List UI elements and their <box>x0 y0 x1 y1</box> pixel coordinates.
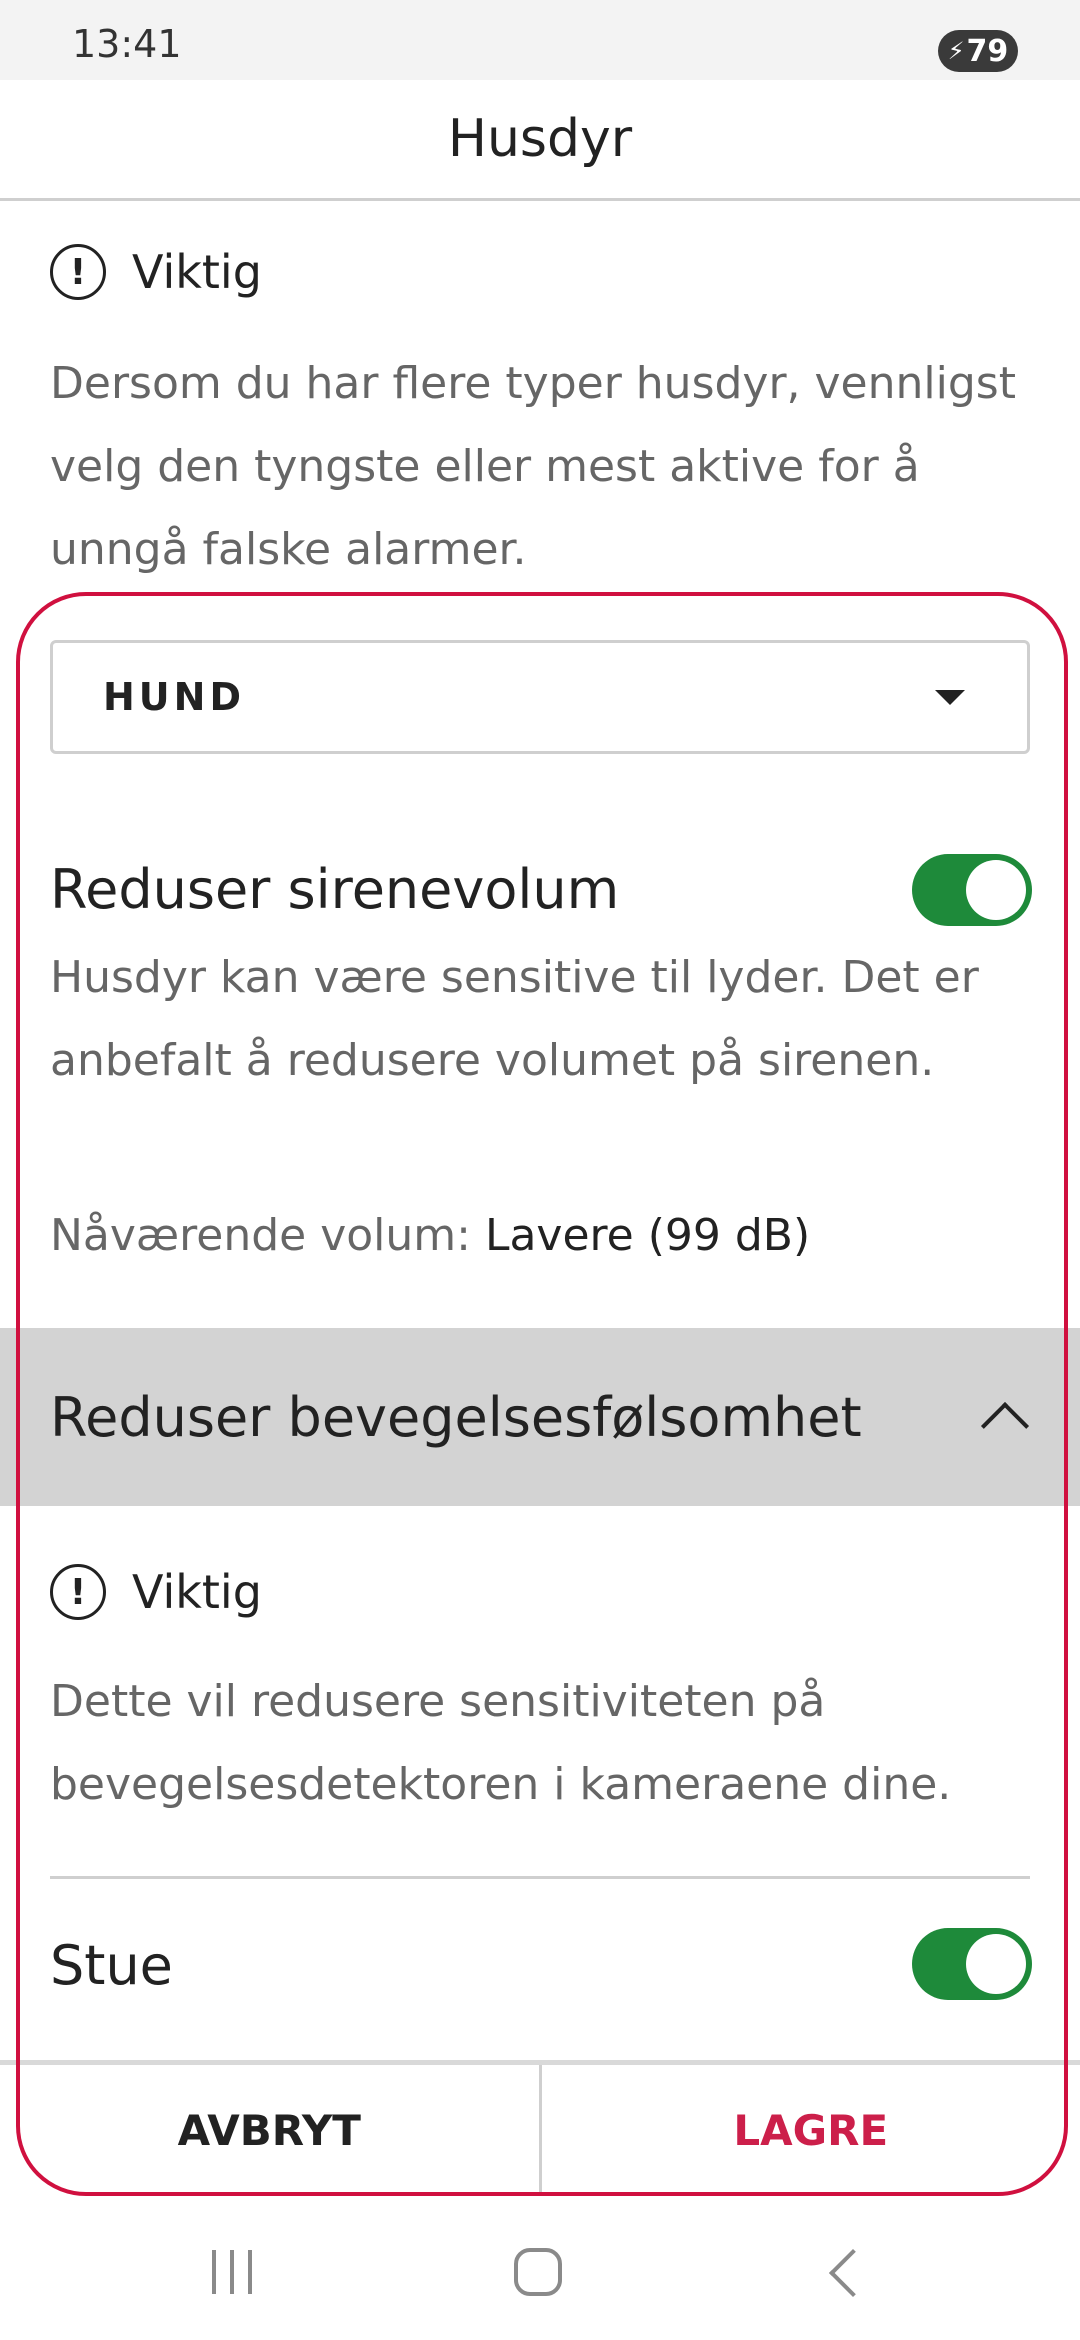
save-button[interactable]: LAGRE <box>542 2065 1080 2195</box>
system-navigation-bar <box>0 2200 1080 2340</box>
important-label: Viktig <box>132 1565 262 1619</box>
divider <box>50 1876 1030 1879</box>
charging-bolt-icon: ⚡ <box>947 37 965 65</box>
reduce-motion-sensitivity-section-header[interactable]: Reduser bevegelsesfølsomhet <box>0 1328 1080 1506</box>
important-notice-text: Dersom du har flere typer husdyr, vennli… <box>50 358 1016 575</box>
cancel-button[interactable]: AVBRYT <box>0 2065 542 2195</box>
motion-important-text: Dette vil redusere sensitiviteten på bev… <box>50 1676 952 1810</box>
reduce-siren-volume-toggle[interactable] <box>912 854 1032 926</box>
exclamation-circle-icon: ! <box>50 244 106 300</box>
action-bar: AVBRYT LAGRE <box>0 2060 1080 2195</box>
reduce-siren-volume-description: Husdyr kan være sensitive til lyder. Det… <box>50 952 979 1086</box>
pet-type-value: HUND <box>103 675 246 719</box>
page-title: Husdyr <box>447 109 633 169</box>
pet-type-dropdown[interactable]: HUND <box>50 640 1030 754</box>
caret-down-icon <box>935 689 965 705</box>
home-icon[interactable] <box>514 2248 562 2296</box>
battery-indicator: ⚡ 79 <box>938 30 1018 72</box>
reduce-siren-volume-title: Reduser sirenevolum <box>50 858 620 921</box>
exclamation-circle-icon: ! <box>50 1564 106 1620</box>
screen: 13:41 ⚡ 79 Husdyr ! Viktig Dersom du har… <box>0 0 1080 2340</box>
status-bar: 13:41 ⚡ 79 <box>0 0 1080 80</box>
room-toggle-stue[interactable] <box>912 1928 1032 2000</box>
important-notice-heading: ! Viktig <box>50 244 262 300</box>
important-label: Viktig <box>132 245 262 299</box>
chevron-up-icon <box>980 1401 1030 1451</box>
motion-important-heading: ! Viktig <box>50 1564 262 1620</box>
battery-level: 79 <box>966 33 1009 69</box>
room-name-stue: Stue <box>50 1934 173 1997</box>
recent-apps-icon[interactable] <box>212 2250 252 2294</box>
toggle-knob <box>966 860 1026 920</box>
app-header: Husdyr <box>0 80 1080 201</box>
current-volume-value: Lavere (99 dB) <box>484 1210 811 1261</box>
toggle-knob <box>966 1934 1026 1994</box>
back-icon[interactable] <box>828 2248 878 2298</box>
reduce-motion-sensitivity-title: Reduser bevegelsesfølsomhet <box>50 1385 862 1449</box>
status-time: 13:41 <box>72 22 182 66</box>
current-volume: Nåværende volum: Lavere (99 dB) <box>50 1210 810 1261</box>
current-volume-label: Nåværende volum: <box>50 1210 471 1261</box>
